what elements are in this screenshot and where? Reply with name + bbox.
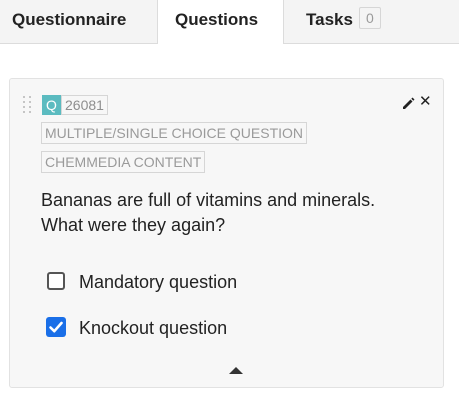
knockout-question-label: Knockout question bbox=[79, 318, 228, 338]
drag-handle-icon[interactable] bbox=[23, 96, 33, 114]
tasks-count-badge: 0 bbox=[358, 7, 381, 29]
tab-questionnaire-label: Questionnaire bbox=[12, 10, 127, 29]
tab-tasks-label: Tasks bbox=[306, 10, 353, 29]
question-id: 26081 bbox=[61, 95, 108, 115]
question-type-badge: Q bbox=[42, 95, 61, 115]
checkmark-icon bbox=[49, 321, 63, 333]
close-icon[interactable]: ✕ bbox=[419, 94, 432, 110]
tab-questions-label: Questions bbox=[175, 10, 259, 29]
tab-questions[interactable]: Questions bbox=[158, 0, 284, 44]
question-content-tag: CHEMMEDIA CONTENT bbox=[41, 151, 206, 173]
mandatory-question-checkbox[interactable] bbox=[47, 272, 65, 290]
tab-questionnaire[interactable]: Questionnaire bbox=[0, 0, 158, 43]
tab-bar: Questionnaire Questions Tasks 0 bbox=[0, 0, 459, 44]
question-card: Q 26081 MULTIPLE/SINGLE CHOICE QUESTION … bbox=[9, 78, 444, 388]
tab-tasks[interactable]: Tasks 0 bbox=[284, 0, 459, 43]
pencil-icon[interactable] bbox=[402, 97, 415, 110]
caret-up-icon[interactable] bbox=[229, 367, 243, 374]
question-text: Bananas are full of vitamins and mineral… bbox=[41, 190, 376, 235]
question-type-tag: MULTIPLE/SINGLE CHOICE QUESTION bbox=[41, 122, 308, 144]
mandatory-question-label: Mandatory question bbox=[79, 272, 238, 292]
knockout-question-checkbox[interactable] bbox=[46, 317, 66, 337]
